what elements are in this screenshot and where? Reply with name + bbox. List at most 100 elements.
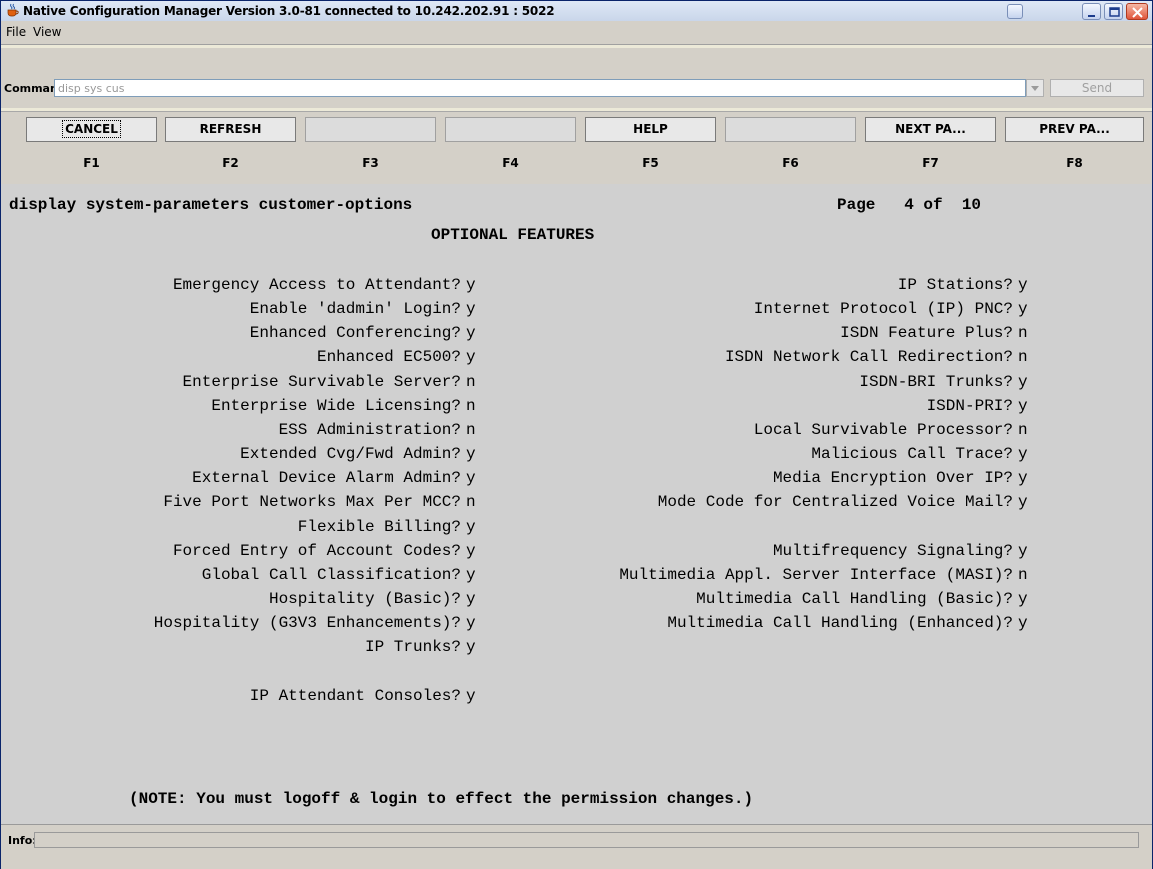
- right-field-label: ISDN Feature Plus?: [840, 324, 1013, 343]
- right-field-label: Malicious Call Trace?: [811, 445, 1013, 464]
- command-echo: display system-parameters customer-optio…: [9, 196, 413, 214]
- right-field-label: IP Stations?: [897, 276, 1013, 294]
- f8-key-label: F8: [1066, 156, 1083, 170]
- left-field-value[interactable]: y: [466, 542, 476, 560]
- command-dropdown[interactable]: [1026, 79, 1044, 97]
- f1-key-label: F1: [83, 156, 100, 170]
- right-field-value[interactable]: y: [1018, 542, 1028, 560]
- left-field-label: Enterprise Wide Licensing?: [211, 396, 461, 415]
- chevron-down-icon: [1031, 86, 1039, 91]
- terminal-screen[interactable]: display system-parameters customer-optio…: [1, 184, 1152, 824]
- f2-refresh-button[interactable]: REFRESH: [165, 117, 296, 142]
- left-field-value[interactable]: n: [466, 373, 476, 391]
- minimize-button[interactable]: [1082, 3, 1101, 20]
- right-field-value[interactable]: y: [1018, 300, 1028, 318]
- right-field-value[interactable]: y: [1018, 614, 1028, 632]
- restore-icon[interactable]: [1007, 4, 1023, 19]
- page-indicator: Page 4 of 10: [837, 196, 982, 214]
- left-field-label: Enhanced EC500?: [316, 348, 461, 367]
- right-field-label: ISDN Network Call Redirection?: [724, 348, 1013, 367]
- right-field-value[interactable]: y: [1018, 373, 1028, 391]
- right-field-label: Multimedia Call Handling (Enhanced)?: [667, 614, 1013, 633]
- right-field-value[interactable]: y: [1018, 469, 1028, 487]
- right-field-value[interactable]: y: [1018, 397, 1028, 415]
- title-bar[interactable]: Native Configuration Manager Version 3.0…: [1, 1, 1152, 22]
- section-title: OPTIONAL FEATURES: [431, 226, 595, 244]
- maximize-button[interactable]: [1104, 3, 1123, 20]
- left-field-label: Forced Entry of Account Codes?: [172, 541, 461, 560]
- command-input[interactable]: [54, 79, 1026, 97]
- left-field-label: Enterprise Survivable Server?: [182, 372, 461, 391]
- right-field-value[interactable]: y: [1018, 590, 1028, 608]
- info-bar: Info:: [1, 824, 1152, 869]
- right-field-label: Mode Code for Centralized Voice Mail?: [657, 493, 1013, 512]
- right-field-value[interactable]: n: [1018, 566, 1028, 584]
- left-field-value[interactable]: y: [466, 566, 476, 584]
- f5-help-button[interactable]: HELP: [585, 117, 716, 142]
- left-field-label: Flexible Billing?: [297, 517, 461, 536]
- right-field-label: Internet Protocol (IP) PNC?: [753, 300, 1013, 319]
- left-field-value[interactable]: y: [466, 687, 476, 705]
- left-field-value[interactable]: y: [466, 590, 476, 608]
- left-field-value[interactable]: y: [466, 324, 476, 342]
- left-field-value[interactable]: y: [466, 300, 476, 318]
- right-field-value[interactable]: y: [1018, 493, 1028, 511]
- right-field-value[interactable]: y: [1018, 276, 1028, 294]
- f2-key-label: F2: [222, 156, 239, 170]
- maximize-icon: [1109, 7, 1120, 17]
- function-key-bar: CANCEL REFRESH HELP NEXT PA... PREV PA..…: [1, 111, 1152, 185]
- info-field: [34, 832, 1139, 848]
- f1-cancel-button[interactable]: CANCEL: [26, 117, 157, 142]
- left-field-label: Hospitality (Basic)?: [268, 589, 461, 608]
- left-field-label: IP Attendant Consoles?: [249, 686, 461, 705]
- f4-button[interactable]: [445, 117, 576, 142]
- close-button[interactable]: [1126, 3, 1148, 20]
- f8-prev-page-button[interactable]: PREV PA...: [1005, 117, 1144, 142]
- f4-key-label: F4: [502, 156, 519, 170]
- right-field-label: Local Survivable Processor?: [753, 420, 1013, 439]
- f1-button-label: CANCEL: [62, 120, 121, 138]
- permission-note: (NOTE: You must logoff & login to effect…: [129, 790, 754, 808]
- f3-button[interactable]: [305, 117, 436, 142]
- f3-key-label: F3: [362, 156, 379, 170]
- left-field-value[interactable]: y: [466, 518, 476, 536]
- left-field-value[interactable]: n: [466, 397, 476, 415]
- left-field-label: IP Trunks?: [364, 638, 461, 657]
- left-field-value[interactable]: y: [466, 469, 476, 487]
- left-field-label: ESS Administration?: [278, 420, 461, 439]
- right-field-label: ISDN-BRI Trunks?: [859, 372, 1013, 391]
- left-field-value[interactable]: n: [466, 421, 476, 439]
- command-row: [1, 48, 1152, 108]
- java-cup-icon: [5, 3, 20, 18]
- left-field-label: Enhanced Conferencing?: [249, 324, 461, 343]
- left-field-label: Hospitality (G3V3 Enhancements)?: [153, 614, 461, 633]
- left-field-value[interactable]: n: [466, 493, 476, 511]
- menu-bar: File View: [1, 21, 1152, 45]
- right-field-label: Multifrequency Signaling?: [772, 541, 1013, 560]
- right-field-value[interactable]: n: [1018, 421, 1028, 439]
- right-field-label: Media Encryption Over IP?: [772, 469, 1013, 488]
- left-field-label: Emergency Access to Attendant?: [172, 276, 461, 294]
- right-field-value[interactable]: n: [1018, 324, 1028, 342]
- menu-file[interactable]: File: [6, 25, 26, 39]
- right-field-label: Multimedia Call Handling (Basic)?: [696, 589, 1013, 608]
- left-field-label: Five Port Networks Max Per MCC?: [163, 493, 461, 512]
- window-title: Native Configuration Manager Version 3.0…: [23, 4, 555, 18]
- app-window: Native Configuration Manager Version 3.0…: [0, 0, 1153, 869]
- left-field-label: Global Call Classification?: [201, 565, 461, 584]
- send-button[interactable]: Send: [1050, 79, 1144, 97]
- minimize-icon: [1088, 15, 1095, 17]
- right-field-value[interactable]: y: [1018, 445, 1028, 463]
- left-field-label: Extended Cvg/Fwd Admin?: [240, 445, 461, 464]
- menu-view[interactable]: View: [33, 25, 61, 39]
- left-field-value[interactable]: y: [466, 638, 476, 656]
- f6-button[interactable]: [725, 117, 856, 142]
- left-field-value[interactable]: y: [466, 276, 476, 294]
- info-label: Info:: [8, 834, 37, 847]
- right-field-value[interactable]: n: [1018, 348, 1028, 366]
- f7-next-page-button[interactable]: NEXT PA...: [865, 117, 996, 142]
- left-field-value[interactable]: y: [466, 348, 476, 366]
- left-field-value[interactable]: y: [466, 445, 476, 463]
- left-field-value[interactable]: y: [466, 614, 476, 632]
- right-field-label: ISDN-PRI?: [926, 396, 1013, 415]
